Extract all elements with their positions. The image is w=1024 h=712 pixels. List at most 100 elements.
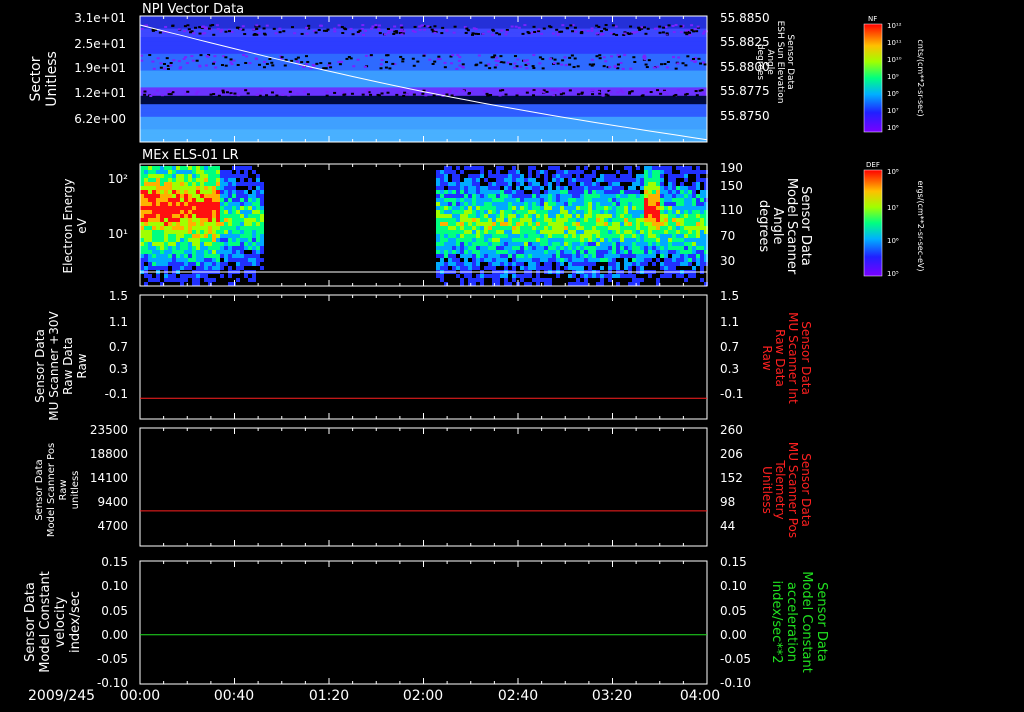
heatmap-cell bbox=[548, 57, 552, 60]
spectrogram-cell bbox=[604, 166, 608, 170]
heatmap-cell bbox=[660, 63, 664, 66]
spectrogram-cell bbox=[584, 186, 588, 190]
spectrogram-cell bbox=[604, 174, 608, 178]
spectrogram-cell bbox=[488, 238, 492, 242]
heatmap-cell bbox=[401, 57, 405, 60]
spectrogram-cell bbox=[492, 190, 496, 194]
spectrogram-cell bbox=[548, 254, 552, 258]
spectrogram-cell bbox=[200, 174, 204, 178]
heatmap-cell bbox=[265, 94, 269, 97]
spectrogram-cell bbox=[476, 206, 480, 210]
spectrogram-cell bbox=[664, 166, 668, 170]
spectrogram-cell bbox=[608, 250, 612, 254]
spectrogram-cell bbox=[596, 194, 600, 198]
spectrogram-cell bbox=[576, 178, 580, 182]
spectrogram-cell bbox=[636, 210, 640, 214]
spectrogram-cell bbox=[528, 230, 532, 234]
spectrogram-cell bbox=[436, 254, 440, 258]
spectrogram-cell bbox=[188, 246, 192, 250]
spectrogram-cell bbox=[536, 222, 540, 226]
spectrogram-cell bbox=[464, 190, 468, 194]
spectrogram-cell bbox=[452, 186, 456, 190]
spectrogram-cell bbox=[440, 222, 444, 226]
spectrogram-cell bbox=[636, 262, 640, 266]
spectrogram-cell bbox=[164, 238, 168, 242]
spectrogram-cell bbox=[444, 178, 448, 182]
heatmap-cell bbox=[538, 62, 542, 65]
spectrogram-cell bbox=[200, 186, 204, 190]
heatmap-cell bbox=[356, 58, 360, 61]
heatmap-cell bbox=[412, 64, 416, 67]
spectrogram-cell bbox=[532, 178, 536, 182]
spectrogram-cell bbox=[212, 266, 216, 270]
heatmap-cell bbox=[369, 54, 373, 57]
spectrogram-cell bbox=[196, 210, 200, 214]
heatmap-cell bbox=[626, 32, 630, 35]
spectrogram-cell bbox=[152, 186, 156, 190]
spectrogram-cell bbox=[508, 198, 512, 202]
spectrogram-cell bbox=[492, 210, 496, 214]
heatmap-cell bbox=[159, 66, 163, 69]
xtick-label: 04:00 bbox=[680, 688, 720, 704]
y-axis-label: Raw Data bbox=[61, 337, 75, 395]
spectrogram-cell bbox=[140, 206, 144, 210]
spectrogram-cell bbox=[576, 230, 580, 234]
spectrogram-cell bbox=[564, 214, 568, 218]
spectrogram-cell bbox=[560, 206, 564, 210]
heatmap-cell bbox=[451, 54, 455, 57]
spectrogram-cell bbox=[500, 214, 504, 218]
heatmap-cell bbox=[672, 94, 676, 97]
spectrogram-cell bbox=[488, 258, 492, 262]
spectrogram-cell bbox=[472, 210, 476, 214]
spectrogram-cell bbox=[448, 226, 452, 230]
spectrogram-cell bbox=[184, 250, 188, 254]
spectrogram-cell bbox=[664, 210, 668, 214]
spectrogram-cell bbox=[468, 198, 472, 202]
heatmap-cell bbox=[300, 61, 304, 64]
spectrogram-cell bbox=[560, 258, 564, 262]
spectrogram-cell bbox=[536, 182, 540, 186]
spectrogram-cell bbox=[180, 266, 184, 270]
heatmap-cell bbox=[628, 91, 632, 94]
spectrogram-cell bbox=[616, 246, 620, 250]
heatmap-cell bbox=[590, 29, 594, 32]
heatmap-cell bbox=[237, 94, 241, 97]
heatmap-cell bbox=[564, 64, 568, 67]
spectrogram-cell bbox=[588, 266, 592, 270]
spectrogram-cell bbox=[516, 246, 520, 250]
spectrogram-cell bbox=[224, 210, 228, 214]
spectrogram-cell bbox=[476, 234, 480, 238]
spectrogram-cell bbox=[196, 178, 200, 182]
spectrogram-cell bbox=[648, 250, 652, 254]
spectrogram-cell bbox=[480, 234, 484, 238]
heatmap-cell bbox=[274, 32, 278, 35]
spectrogram-cell bbox=[436, 246, 440, 250]
heatmap-cell bbox=[495, 32, 499, 35]
spectrogram-cell bbox=[216, 170, 220, 174]
spectrogram-cell bbox=[448, 190, 452, 194]
spectrogram-cell bbox=[672, 222, 676, 226]
spectrogram-cell bbox=[588, 222, 592, 226]
spectrogram-cell bbox=[532, 190, 536, 194]
xtick-label: 00:00 bbox=[120, 688, 160, 704]
heatmap-band bbox=[140, 100, 707, 105]
spectrogram-cell bbox=[248, 226, 252, 230]
spectrogram-cell bbox=[616, 254, 620, 258]
spectrogram-cell bbox=[696, 238, 700, 242]
spectrogram-cell bbox=[656, 250, 660, 254]
spectrogram-cell bbox=[576, 170, 580, 174]
spectrogram-cell bbox=[148, 186, 152, 190]
heatmap-cell bbox=[560, 63, 564, 66]
spectrogram-cell bbox=[528, 266, 532, 270]
spectrogram-cell bbox=[180, 246, 184, 250]
spectrogram-cell bbox=[476, 274, 480, 278]
spectrogram-cell bbox=[460, 246, 464, 250]
spectrogram-cell bbox=[248, 222, 252, 226]
spectrogram-cell bbox=[456, 234, 460, 238]
spectrogram-cell bbox=[224, 198, 228, 202]
spectrogram-cell bbox=[672, 238, 676, 242]
spectrogram-cell bbox=[196, 198, 200, 202]
spectrogram-cell bbox=[624, 194, 628, 198]
spectrogram-cell bbox=[464, 238, 468, 242]
spectrogram-cell bbox=[476, 174, 480, 178]
